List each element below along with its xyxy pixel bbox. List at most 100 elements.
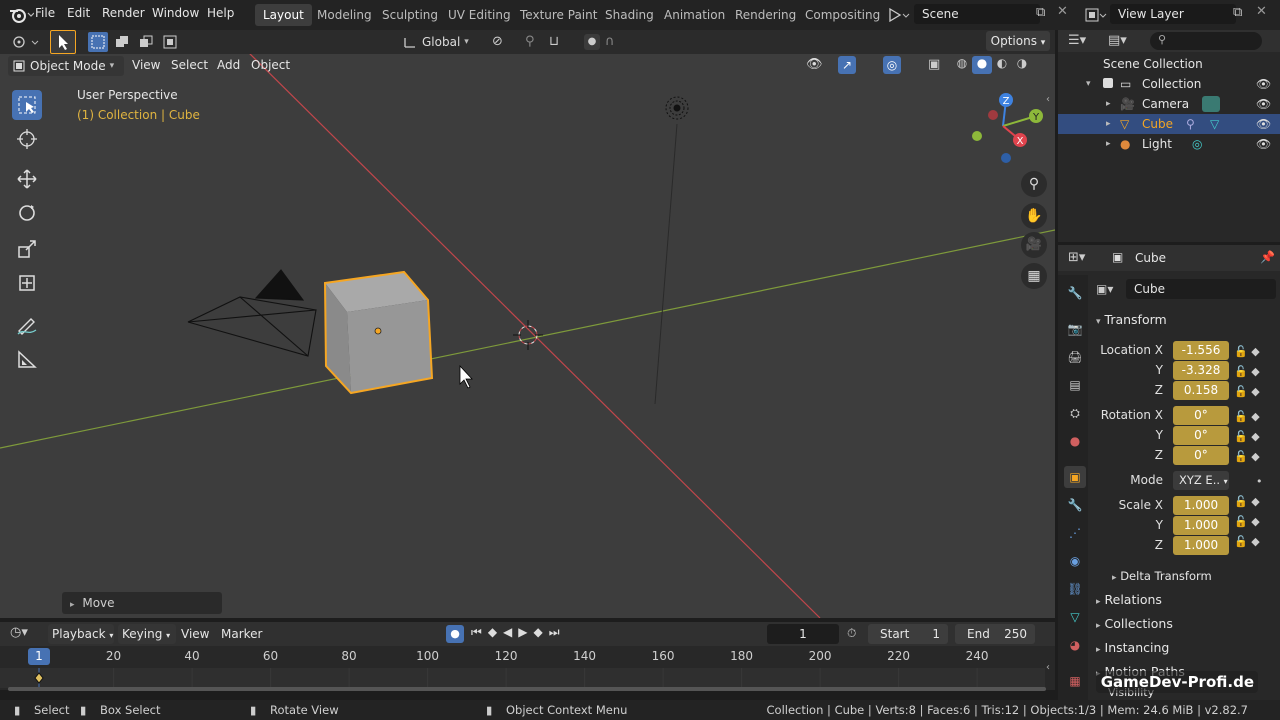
particles-tab-icon[interactable]: ⋰ bbox=[1064, 522, 1086, 544]
outliner-row-light[interactable]: ▸ ● Light ◎ 👁 bbox=[1058, 134, 1280, 154]
location-x-field[interactable]: -1.556 bbox=[1173, 341, 1229, 360]
location-z-field[interactable]: 0.158 bbox=[1173, 381, 1229, 400]
active-tool-icon[interactable] bbox=[50, 30, 76, 54]
transform-orientation[interactable]: Global ▾ bbox=[402, 32, 482, 52]
pan-hand-icon[interactable]: ✋ bbox=[1021, 203, 1047, 229]
lock-icon[interactable]: 🔓 ◆ bbox=[1234, 382, 1274, 402]
visibility-eye-icon[interactable]: 👁 bbox=[806, 57, 823, 72]
rotation-x-field[interactable]: 0° bbox=[1173, 406, 1229, 425]
blender-logo-icon[interactable] bbox=[8, 6, 35, 24]
select-subtract-icon[interactable] bbox=[136, 32, 156, 52]
outliner-row-cube[interactable]: ▸ ▽ Cube ⚲ ▽ 👁 bbox=[1058, 114, 1280, 134]
transform-tool-icon[interactable] bbox=[12, 268, 42, 298]
menu-help[interactable]: Help bbox=[207, 6, 234, 20]
camera-view-icon[interactable]: 🎥 bbox=[1021, 232, 1047, 258]
lock-icon[interactable]: 🔓 ◆ bbox=[1234, 427, 1274, 447]
material-tab-icon[interactable]: ◕ bbox=[1064, 634, 1086, 656]
play-icon[interactable]: ▶ bbox=[518, 625, 527, 640]
falloff-icon[interactable]: ∩ bbox=[605, 34, 615, 49]
stopwatch-icon[interactable]: ⏱ bbox=[847, 626, 856, 641]
new-view-layer-icon[interactable]: ⧉ bbox=[1233, 5, 1242, 20]
scale-x-field[interactable]: 1.000 bbox=[1173, 496, 1229, 515]
modifier-tab-icon[interactable]: 🔧 bbox=[1064, 494, 1086, 516]
collections-panel[interactable]: ▸ Collections bbox=[1096, 616, 1173, 631]
rotation-z-field[interactable]: 0° bbox=[1173, 446, 1229, 465]
lock-icon[interactable]: 🔓 ◆ bbox=[1234, 492, 1274, 512]
xray-toggle-icon[interactable]: ▣ bbox=[928, 57, 940, 72]
keyframe-dot-icon[interactable]: • bbox=[1234, 472, 1274, 492]
menu-edit[interactable]: Edit bbox=[67, 6, 90, 20]
tab-rendering[interactable]: Rendering bbox=[727, 4, 804, 26]
expand-arrow-icon[interactable]: ▸ bbox=[1106, 134, 1111, 154]
auto-keying-icon[interactable]: ● bbox=[446, 625, 464, 643]
tab-compositing[interactable]: Compositing bbox=[797, 4, 888, 26]
transform-panel-header[interactable]: ▾ Transform bbox=[1096, 312, 1167, 327]
rendered-shading-icon[interactable]: ◑ bbox=[1012, 56, 1032, 74]
scene-type-icon[interactable] bbox=[886, 5, 912, 25]
3d-viewport[interactable]: User Perspective (1) Collection | Cube Z… bbox=[0, 54, 1055, 618]
viewport-menu-view[interactable]: View bbox=[132, 58, 160, 72]
sidebar-toggle-icon[interactable]: ‹ bbox=[1046, 94, 1050, 105]
sidebar-toggle-icon[interactable]: ‹ bbox=[1046, 662, 1050, 673]
lock-icon[interactable]: 🔓 ◆ bbox=[1234, 532, 1274, 552]
physics-tab-icon[interactable]: ◉ bbox=[1064, 550, 1086, 572]
lock-icon[interactable]: 🔓 ◆ bbox=[1234, 407, 1274, 427]
lock-icon[interactable]: 🔓 ◆ bbox=[1234, 362, 1274, 382]
expand-arrow-icon[interactable]: ▸ bbox=[1106, 114, 1111, 134]
scene-tab-icon[interactable]: ⛭ bbox=[1064, 402, 1086, 424]
tab-sculpting[interactable]: Sculpting bbox=[374, 4, 446, 26]
lock-icon[interactable]: 🔓 ◆ bbox=[1234, 512, 1274, 532]
cursor-tool-icon[interactable] bbox=[12, 124, 42, 154]
solid-shading-icon[interactable]: ● bbox=[972, 56, 992, 74]
next-keyframe-icon[interactable]: ◆ bbox=[534, 625, 543, 640]
pivot-point-icon[interactable]: ⊘ bbox=[492, 34, 503, 49]
proportional-edit-icon[interactable]: ● bbox=[584, 34, 600, 50]
options-dropdown[interactable]: Options ▾ bbox=[986, 31, 1050, 51]
eye-icon[interactable]: 👁 bbox=[1256, 94, 1271, 114]
rotation-y-field[interactable]: 0° bbox=[1173, 426, 1229, 445]
location-y-field[interactable]: -3.328 bbox=[1173, 361, 1229, 380]
eye-icon[interactable]: 👁 bbox=[1256, 74, 1271, 94]
relations-panel[interactable]: ▸ Relations bbox=[1096, 592, 1162, 607]
mode-dropdown[interactable]: Object Mode ▾ bbox=[8, 56, 124, 76]
eye-icon[interactable]: 👁 bbox=[1256, 114, 1271, 134]
menu-file[interactable]: File bbox=[35, 6, 55, 20]
texture-tab-icon[interactable]: ▦ bbox=[1064, 670, 1086, 692]
navigation-gizmo[interactable]: Z Y X bbox=[960, 88, 1050, 168]
mesh-data-icon[interactable]: ▽ bbox=[1210, 114, 1219, 134]
menu-render[interactable]: Render bbox=[102, 6, 145, 20]
object-data-dropdown-icon[interactable]: ▣▾ bbox=[1096, 279, 1124, 299]
expand-arrow-icon[interactable]: ▾ bbox=[1086, 74, 1091, 94]
tool-tab-icon[interactable]: 🔧 bbox=[1064, 282, 1086, 304]
instancing-panel[interactable]: ▸ Instancing bbox=[1096, 640, 1169, 655]
view-layer-tab-icon[interactable]: ▤ bbox=[1064, 374, 1086, 396]
wireframe-shading-icon[interactable]: ◍ bbox=[952, 56, 972, 74]
checkbox-icon[interactable] bbox=[1103, 78, 1113, 88]
outliner-scene-collection[interactable]: Scene Collection bbox=[1103, 54, 1203, 74]
last-operator-panel[interactable]: ▸ Move bbox=[62, 592, 222, 614]
world-tab-icon[interactable]: ● bbox=[1064, 430, 1086, 452]
viewport-menu-select[interactable]: Select bbox=[171, 58, 208, 72]
play-reverse-icon[interactable]: ◀ bbox=[503, 625, 512, 640]
outliner-search-input[interactable]: ⚲ bbox=[1150, 32, 1262, 50]
delete-view-layer-icon[interactable]: ✕ bbox=[1256, 4, 1267, 19]
view-layer-field[interactable]: View Layer bbox=[1110, 4, 1236, 24]
keying-menu[interactable]: Keying ▾ bbox=[118, 624, 176, 644]
timeline-view-menu[interactable]: View bbox=[181, 627, 209, 641]
menu-window[interactable]: Window bbox=[152, 6, 199, 20]
viewport-menu-object[interactable]: Object bbox=[251, 58, 290, 72]
ortho-grid-icon[interactable]: ▦ bbox=[1021, 263, 1047, 289]
scale-tool-icon[interactable] bbox=[12, 234, 42, 264]
current-frame-field[interactable]: 1 bbox=[767, 624, 839, 644]
snap-element-icon[interactable]: ⊔ bbox=[549, 34, 559, 49]
timeline-track[interactable] bbox=[0, 668, 1045, 688]
delta-transform-panel[interactable]: ▸ Delta Transform bbox=[1112, 569, 1212, 583]
expand-arrow-icon[interactable]: ▸ bbox=[1106, 94, 1111, 114]
select-extend-icon[interactable] bbox=[112, 32, 132, 52]
lock-icon[interactable]: 🔓 ◆ bbox=[1234, 342, 1274, 362]
viewport-menu-add[interactable]: Add bbox=[217, 58, 240, 72]
editor-type-icon[interactable] bbox=[8, 32, 42, 52]
rotate-tool-icon[interactable] bbox=[12, 198, 42, 228]
new-scene-icon[interactable]: ⧉ bbox=[1036, 5, 1045, 20]
annotate-tool-icon[interactable] bbox=[12, 310, 42, 340]
